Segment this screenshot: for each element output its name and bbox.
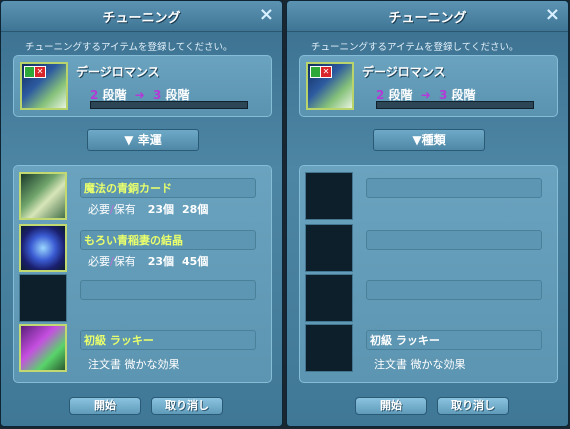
badge-cross-icon: ✕ [320, 66, 332, 78]
material-slot-1-card-icon[interactable] [19, 172, 67, 220]
material-bar-2 [366, 230, 542, 250]
stage-from: 2 [376, 88, 385, 102]
stage-to-unit: 段階 [165, 88, 190, 102]
scroll-label: 初級 ラッキー [84, 334, 154, 347]
window-title: チューニング [388, 11, 467, 26]
scroll-sub: 注文書 微かな効果 [374, 358, 466, 371]
title-bar[interactable]: チューニング × [1, 1, 282, 32]
material-slot-2-crystal-icon[interactable] [19, 224, 67, 272]
scroll-slot-empty[interactable] [305, 324, 353, 372]
start-button[interactable]: 開始 [355, 397, 427, 415]
arrow-icon: ➜ [420, 88, 431, 102]
material-bar-3 [366, 280, 542, 300]
cancel-button[interactable]: 取り消し [437, 397, 509, 415]
materials-panel: 魔法の青銅カード 必要/保有 23個 28個 もろい青稲妻の結晶 必要/保有 23個 4… [13, 165, 272, 383]
badge-cross-icon: ✕ [34, 66, 46, 78]
window-title: チューニング [102, 11, 181, 26]
instruction-text: チューニングするアイテムを登録してください。 [311, 42, 519, 53]
stage-to: 3 [439, 88, 448, 102]
need-qty: 23個 [147, 203, 175, 216]
stage-from-unit: 段階 [102, 88, 127, 102]
hold-label: 保有 [113, 203, 136, 216]
close-icon[interactable]: × [545, 4, 560, 25]
material-bar-1 [366, 178, 542, 198]
material-slot-3-empty[interactable] [305, 274, 353, 322]
stage-to: 3 [153, 88, 162, 102]
material-slot-3-empty[interactable] [19, 274, 67, 322]
material-slot-1-empty[interactable] [305, 172, 353, 220]
category-dropdown[interactable]: ▼ 幸運 [87, 129, 199, 151]
stage-from-unit: 段階 [388, 88, 413, 102]
cancel-button[interactable]: 取り消し [151, 397, 223, 415]
item-icon[interactable]: ✕ [20, 62, 68, 110]
material-count-1: 必要/保有 23個 28個 [88, 201, 208, 217]
material-slot-2-empty[interactable] [305, 224, 353, 272]
item-icon[interactable]: ✕ [306, 62, 354, 110]
instruction-text: チューニングするアイテムを登録してください。 [25, 42, 233, 53]
close-icon[interactable]: × [259, 4, 274, 25]
material-bar-3 [80, 280, 256, 300]
title-bar[interactable]: チューニング × [287, 1, 568, 32]
scroll-sub: 注文書 微かな効果 [88, 358, 180, 371]
have-qty: 28個 [182, 203, 209, 216]
material-label-2: もろい青稲妻の結晶 [84, 234, 183, 247]
material-label-1: 魔法の青銅カード [84, 182, 172, 195]
start-button[interactable]: 開始 [69, 397, 141, 415]
item-name: デージロマンス [362, 65, 446, 79]
tuning-window-right: チューニング × チューニングするアイテムを登録してください。 ✕ デージロマン… [286, 0, 569, 427]
scroll-slot-ticket-icon[interactable] [19, 324, 67, 372]
hold-label: 保有 [113, 255, 136, 268]
tuning-progress-bar [90, 101, 248, 109]
arrow-icon: ➜ [134, 88, 145, 102]
item-name: デージロマンス [76, 65, 160, 79]
required-label: 必要 [88, 255, 110, 268]
tuning-window-left: チューニング × チューニングするアイテムを登録してください。 ✕ デージロマン… [0, 0, 283, 427]
have-qty: 45個 [182, 255, 209, 268]
category-dropdown[interactable]: ▼種類 [373, 129, 485, 151]
tuning-target-panel: ✕ デージロマンス 2 段階 ➜ 3 段階 [299, 55, 558, 117]
required-label: 必要 [88, 203, 110, 216]
scroll-label: 初級 ラッキー [370, 334, 440, 347]
need-qty: 23個 [147, 255, 175, 268]
tuning-progress-bar [376, 101, 534, 109]
material-count-2: 必要/保有 23個 45個 [88, 253, 208, 269]
stage-to-unit: 段階 [451, 88, 476, 102]
tuning-target-panel: ✕ デージロマンス 2 段階 ➜ 3 段階 [13, 55, 272, 117]
materials-panel: 初級 ラッキー 注文書 微かな効果 [299, 165, 558, 383]
stage-from: 2 [90, 88, 99, 102]
